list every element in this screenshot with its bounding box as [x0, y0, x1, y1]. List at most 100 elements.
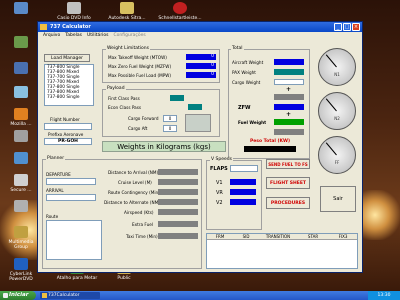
total-title: Total — [231, 46, 244, 51]
separator-bar — [274, 94, 304, 100]
extra-fuel-label: Extra Fuel — [132, 222, 153, 227]
zfw-value — [274, 104, 304, 110]
cargo-aft-input[interactable]: 0 — [163, 125, 177, 132]
dvd-player-icon — [14, 258, 28, 270]
distance-arrival-input[interactable] — [158, 169, 198, 175]
menu-utilitarios[interactable]: Utilitários — [87, 33, 109, 38]
route-textarea[interactable] — [46, 220, 102, 260]
column-header[interactable]: STAR — [297, 234, 329, 239]
mtow-value: 0 — [186, 54, 216, 60]
zfw-label: ZFW — [238, 105, 251, 111]
taxi-time-input[interactable] — [158, 233, 198, 239]
weight-limitations-title: Weight Limitations — [106, 46, 150, 51]
desktop-icon-3[interactable]: Schnellstartleiste... — [158, 2, 202, 21]
list-item[interactable]: 737-800 Single — [45, 95, 93, 100]
menu-bar: Arquivo Tabelas Utilitários Configurações — [38, 32, 362, 39]
desktop-icon-6[interactable] — [2, 86, 40, 100]
pax-weight-label: PAX Weight — [232, 70, 256, 75]
v1-label: V1 — [216, 180, 223, 186]
econ-class-label: Econ Class Pass — [108, 105, 142, 110]
desktop-icon-7[interactable]: Mozilla ... — [2, 108, 40, 127]
planner-title: Planner — [46, 156, 66, 161]
desktop-icon-0[interactable] — [2, 2, 40, 16]
prefix-input[interactable]: PR-GOH — [44, 138, 92, 145]
desktop-icon-10[interactable]: Secure ... — [2, 174, 40, 193]
column-header[interactable]: TRANSITION — [259, 234, 297, 239]
app-icon — [40, 24, 47, 30]
weights-banner: Weights in Kilograms (kgs) — [102, 141, 226, 152]
desktop-icon-4[interactable] — [2, 36, 40, 50]
airspeed-input[interactable] — [158, 209, 198, 215]
menu-tabelas[interactable]: Tabelas — [65, 33, 82, 38]
cargo-weight-value — [274, 79, 304, 85]
aircraft-list[interactable]: 737-800 Single 737-800 Mixed 737-700 Sin… — [44, 64, 94, 106]
desktop-icon-5[interactable] — [2, 62, 40, 76]
prefix-label: Prefixo Aeronave — [48, 132, 84, 137]
desktop-icon-9[interactable] — [2, 152, 40, 166]
arrival-select[interactable] — [46, 194, 96, 201]
flight-sheet-button[interactable]: FLIGHT SHEET — [266, 177, 310, 189]
route-contingency-input[interactable] — [158, 189, 198, 195]
first-class-input[interactable] — [170, 95, 184, 101]
route-table-header: FRM SID TRANSITION STAR FIX3 — [207, 234, 357, 240]
peso-total-label: Peso Total (KW) — [249, 139, 291, 144]
peso-total-value — [244, 146, 296, 152]
sair-button[interactable]: Sair — [320, 186, 356, 212]
gauge-n2 — [318, 92, 356, 130]
fuel-weight-value — [274, 119, 304, 125]
cruise-level-input[interactable] — [158, 179, 198, 185]
v1-value — [230, 179, 256, 185]
desktop-icon-12[interactable]: Multimedia Group — [2, 226, 40, 250]
cargo-forward-input[interactable]: 0 — [163, 115, 177, 122]
mzfw-value: 0 — [186, 63, 216, 69]
aircraft-weight-value — [274, 59, 304, 65]
app-icon — [14, 152, 28, 164]
maximize-icon[interactable]: □ — [343, 23, 351, 31]
econ-class-input[interactable] — [188, 104, 202, 110]
route-label: Route — [46, 214, 59, 219]
desktop-icon-2[interactable]: Autodesk Sitra... — [108, 2, 146, 21]
first-class-label: First Class Pass — [108, 96, 140, 101]
menu-configuracoes[interactable]: Configurações — [114, 33, 146, 38]
cargo-aft-label: Cargo Aft — [128, 126, 148, 131]
column-header[interactable]: FRM — [207, 234, 233, 239]
desktop-icon-11[interactable] — [2, 200, 40, 214]
gauge-label: N1 — [334, 72, 340, 77]
windows-logo-icon — [3, 293, 8, 298]
close-icon[interactable]: × — [352, 23, 360, 31]
procedures-button[interactable]: PROCEDURES — [266, 197, 310, 209]
column-header[interactable]: SID — [233, 234, 259, 239]
cruise-level-label: Cruise Level (M) — [118, 180, 152, 185]
load-manager-button[interactable]: Load Manager — [44, 54, 90, 62]
desktop-icon-8[interactable] — [2, 130, 40, 144]
extra-fuel-input[interactable] — [158, 221, 198, 227]
browser-icon — [14, 108, 28, 120]
distance-alternate-input[interactable] — [158, 199, 198, 205]
distance-alternate-label: Distance to Alternate (NM) — [104, 200, 160, 205]
send-fuel-button[interactable]: SEND FUEL TO FS — [266, 159, 310, 169]
gauge-label: FF — [334, 160, 340, 165]
separator-bar-2 — [274, 129, 304, 135]
menu-arquivo[interactable]: Arquivo — [43, 33, 60, 38]
app-icon — [14, 86, 28, 98]
flight-number-input[interactable] — [44, 123, 92, 130]
calculator-window: 737 Calculator _ □ × Arquivo Tabelas Utili… — [37, 21, 363, 273]
departure-select[interactable] — [46, 178, 96, 185]
system-clock: 13:30 — [368, 291, 400, 300]
cargo-weight-label: Cargo Weight — [232, 80, 261, 85]
plus-sign-2: + — [286, 111, 292, 118]
column-header[interactable]: FIX3 — [329, 234, 357, 239]
mpw-value: 0 — [186, 72, 216, 78]
window-titlebar: 737 Calculator — [38, 22, 362, 32]
app-icon — [120, 2, 134, 14]
v2-value — [230, 199, 256, 205]
folder-icon — [14, 36, 28, 48]
network-icon — [14, 62, 28, 74]
minimize-icon[interactable]: _ — [334, 23, 342, 31]
dvd-icon — [67, 2, 81, 14]
taskbar-app-button[interactable]: 737Calculator — [40, 292, 100, 299]
desktop-icon-13[interactable]: CyberLink PowerDVD — [2, 258, 40, 282]
departure-label: DEPARTURE — [46, 172, 71, 177]
aircraft-weight-label: Aircraft Weight — [232, 60, 264, 65]
flaps-select[interactable] — [230, 165, 258, 172]
